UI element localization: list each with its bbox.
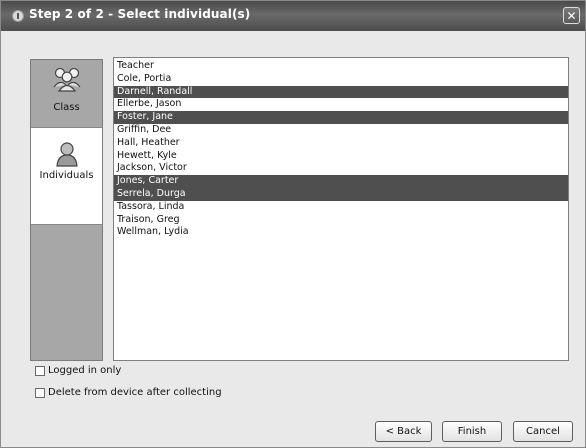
close-button[interactable]: ✕	[563, 7, 580, 24]
person-icon	[55, 142, 78, 167]
list-item[interactable]: Jackson, Victor	[114, 162, 568, 175]
list-item[interactable]: Hewett, Kyle	[114, 150, 568, 163]
checkbox-box[interactable]	[35, 387, 45, 398]
list-item[interactable]: Tassora, Linda	[114, 201, 568, 214]
list-item[interactable]: Foster, Jane	[114, 111, 568, 124]
list-item[interactable]: Hall, Heather	[114, 137, 568, 150]
list-item[interactable]: Jones, Carter	[114, 175, 568, 188]
cancel-button[interactable]: Cancel	[513, 421, 573, 442]
group-icon	[53, 67, 80, 92]
sidebar-item-label: Class	[53, 102, 80, 113]
individual-list[interactable]: Teacher Cole, Portia Darnell, Randall Eller…	[113, 57, 569, 361]
delete-after-collecting-checkbox[interactable]: Delete from device after collecting	[35, 387, 222, 398]
list-item[interactable]: Wellman, Lydia	[114, 226, 568, 239]
list-item[interactable]: Serrela, Durga	[114, 187, 568, 201]
sidebar-item-label: Individuals	[39, 170, 94, 181]
close-icon: ✕	[566, 8, 577, 23]
list-item[interactable]: Teacher	[114, 60, 568, 73]
sidebar-item-class[interactable]: Class	[31, 60, 102, 126]
finish-button[interactable]: Finish	[442, 421, 502, 442]
dialog-title: Step 2 of 2 - Select individual(s)	[29, 7, 251, 21]
list-item[interactable]: Traison, Greg	[114, 214, 568, 227]
logged-in-only-checkbox[interactable]: Logged in only	[35, 365, 121, 376]
logged-in-only-label: Logged in only	[48, 365, 122, 376]
list-item[interactable]: Griffin, Dee	[114, 124, 568, 137]
sidebar-item-individuals[interactable]: Individuals	[31, 127, 102, 225]
delete-after-collecting-label: Delete from device after collecting	[48, 387, 222, 398]
checkbox-box[interactable]	[35, 365, 45, 376]
selection-mode-sidebar: Class Individuals	[30, 59, 103, 361]
list-item[interactable]: Cole, Portia	[114, 73, 568, 86]
list-item[interactable]: Ellerbe, Jason	[114, 98, 568, 111]
back-button[interactable]: < Back	[375, 421, 432, 442]
list-item[interactable]: Darnell, Randall	[114, 85, 568, 99]
app-icon	[12, 10, 24, 22]
dialog-window: Step 2 of 2 - Select individual(s) ✕ Cla…	[0, 0, 586, 448]
title-bar[interactable]: Step 2 of 2 - Select individual(s) ✕	[1, 1, 585, 31]
